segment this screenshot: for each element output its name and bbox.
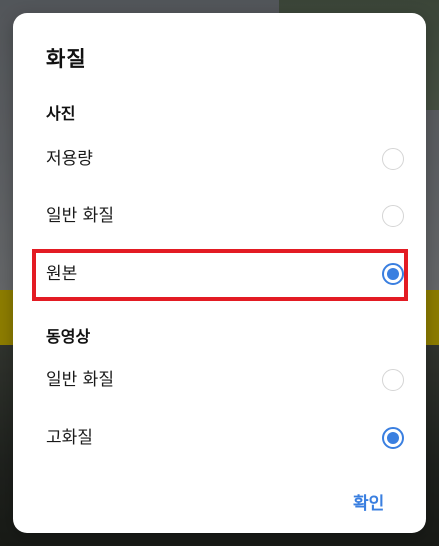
option-photo-low[interactable]: 저용량 xyxy=(46,137,421,181)
option-label: 저용량 xyxy=(46,149,93,169)
option-label: 고화질 xyxy=(46,428,93,448)
radio-button-selected[interactable] xyxy=(382,427,404,449)
option-video-high[interactable]: 고화질 xyxy=(46,416,421,460)
radio-button[interactable] xyxy=(382,205,404,227)
confirm-button[interactable]: 확인 xyxy=(353,489,384,514)
radio-button[interactable] xyxy=(382,148,404,170)
option-video-normal[interactable]: 일반 화질 xyxy=(46,358,421,402)
option-photo-normal[interactable]: 일반 화질 xyxy=(46,194,421,238)
dialog-title: 화질 xyxy=(46,47,87,71)
highlight-annotation-box xyxy=(32,249,408,301)
quality-dialog: 화질 사진 저용량 일반 화질 원본 동영상 일반 화질 고화질 확인 xyxy=(13,13,426,533)
radio-button[interactable] xyxy=(382,369,404,391)
option-label: 일반 화질 xyxy=(46,370,114,390)
option-label: 일반 화질 xyxy=(46,206,114,226)
section-header-video: 동영상 xyxy=(46,327,91,346)
section-header-photo: 사진 xyxy=(46,104,76,123)
